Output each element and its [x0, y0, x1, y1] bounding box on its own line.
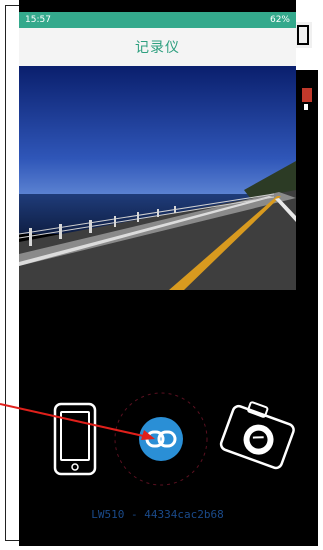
annotation-arrow: [0, 403, 155, 440]
